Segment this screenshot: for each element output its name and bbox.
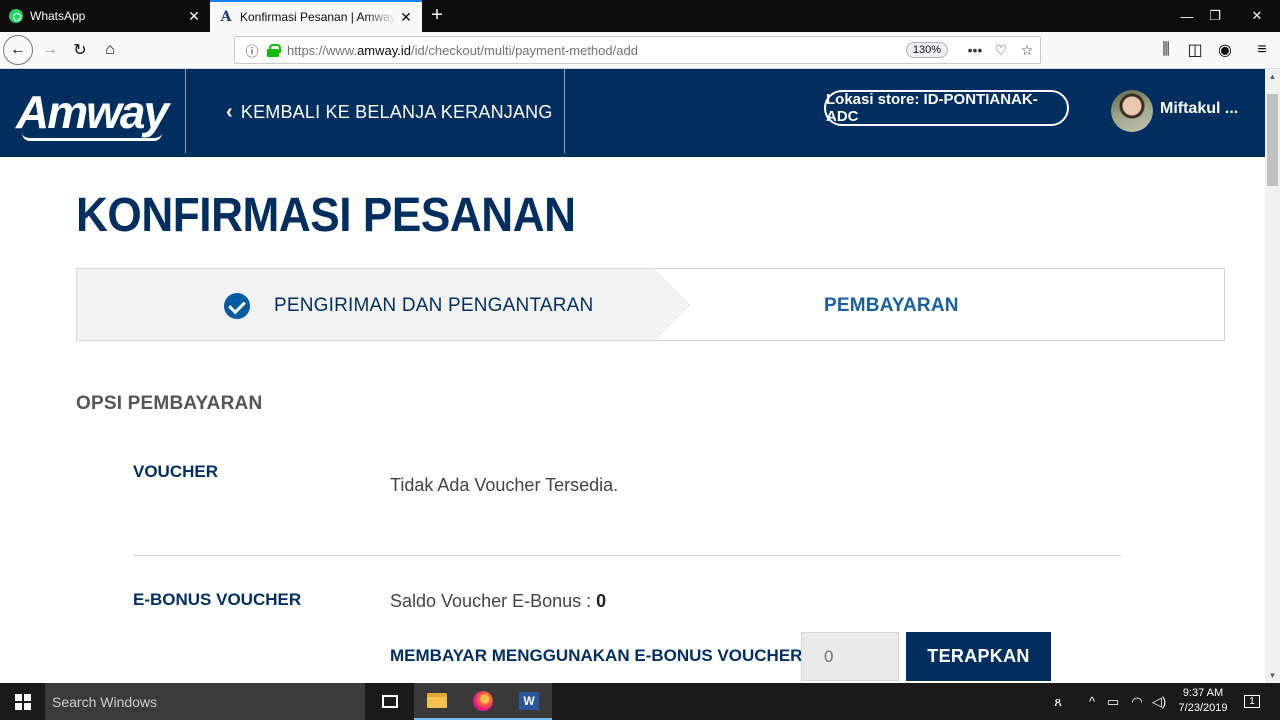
info-icon[interactable]: ⓘ [241, 41, 263, 60]
ebonus-amount-input[interactable] [801, 632, 899, 681]
browser-nav-bar: ← → ↻ ⌂ ⓘ https://www.amway.id/id/checko… [0, 32, 1280, 69]
star-icon[interactable]: ☆ [1014, 42, 1040, 59]
windows-taskbar: Search Windows W ጸ ^ ▭ ◠ ◁) 9:37 AM 7/23… [0, 683, 1280, 720]
user-name[interactable]: Miftakul ... [1160, 100, 1238, 118]
chevron-left-icon: ‹ [226, 101, 233, 123]
back-arrow-icon[interactable]: ← [3, 35, 33, 65]
library-icon[interactable]: ⫼ [1152, 36, 1180, 64]
taskbar-clock[interactable]: 9:37 AM 7/23/2019 [1168, 686, 1238, 716]
ebonus-label: E-BONUS VOUCHER [133, 590, 302, 609]
close-icon[interactable]: ✕ [396, 9, 416, 26]
new-tab-icon[interactable]: + [426, 4, 448, 26]
header-divider [564, 69, 565, 153]
window-close-icon[interactable]: ✕ [1234, 0, 1280, 32]
back-to-cart-link[interactable]: ‹ KEMBALI KE BELANJA KERANJANG [226, 101, 553, 124]
wifi-icon[interactable]: ◠ [1126, 683, 1148, 720]
site-header: Amway ‹ KEMBALI KE BELANJA KERANJANG Lok… [0, 69, 1265, 157]
ebonus-pay-label: MEMBAYAR MENGGUNAKAN E-BONUS VOUCHER [390, 646, 803, 665]
section-title: OPSI PEMBAYARAN [76, 393, 263, 414]
more-icon[interactable]: ••• [962, 42, 988, 58]
scroll-down-icon[interactable]: ▼ [1265, 668, 1280, 683]
notification-count: 1 [1244, 695, 1260, 708]
tab-konfirmasi-pesanan[interactable]: A Konfirmasi Pesanan | Amway Indonesia ✕ [210, 0, 422, 32]
scroll-up-icon[interactable]: ▲ [1265, 69, 1280, 84]
checkout-steps: PENGIRIMAN DAN PENGANTARAN PEMBAYARAN [76, 268, 1225, 341]
clock-date: 7/23/2019 [1178, 702, 1228, 714]
word-icon[interactable]: W [506, 683, 552, 720]
header-divider [185, 69, 186, 153]
hamburger-icon[interactable]: ≡ [1248, 36, 1276, 64]
tab-whatsapp[interactable]: WhatsApp ✕ [0, 0, 210, 32]
windows-start-icon[interactable] [0, 683, 45, 720]
avatar[interactable] [1111, 90, 1153, 132]
clock-time: 9:37 AM [1182, 687, 1224, 699]
step-shipping-label[interactable]: PENGIRIMAN DAN PENGANTARAN [274, 295, 593, 317]
home-icon[interactable]: ⌂ [96, 36, 124, 64]
chevron-up-icon[interactable]: ^ [1082, 683, 1102, 720]
tab-title: WhatsApp [30, 9, 86, 23]
zoom-level[interactable]: 130% [905, 42, 948, 58]
reload-icon[interactable]: ↻ [66, 36, 94, 64]
logo-swoosh [22, 133, 162, 141]
task-view-icon[interactable] [367, 683, 413, 720]
lock-icon[interactable] [267, 44, 281, 57]
sidebar-icon[interactable]: ◫ [1181, 36, 1209, 64]
battery-icon[interactable]: ▭ [1103, 683, 1123, 720]
notification-icon[interactable]: 1 [1238, 683, 1266, 720]
whatsapp-icon [8, 8, 24, 24]
back-to-cart-label: KEMBALI KE BELANJA KERANJANG [240, 102, 553, 122]
store-location-button[interactable]: Lokasi store: ID-PONTIANAK-ADC [824, 90, 1069, 126]
file-explorer-icon[interactable] [414, 683, 460, 720]
url-text[interactable]: https://www.amway.id/id/checkout/multi/p… [287, 43, 906, 58]
browser-tab-strip: WhatsApp ✕ A Konfirmasi Pesanan | Amway … [0, 0, 1280, 32]
scrollbar-thumb[interactable] [1267, 94, 1278, 186]
volume-icon[interactable]: ◁) [1148, 683, 1170, 720]
amway-icon: A [220, 9, 232, 25]
people-icon[interactable]: ጸ [1046, 683, 1070, 720]
ebonus-balance: Saldo Voucher E-Bonus : 0 [390, 591, 607, 611]
voucher-status: Tidak Ada Voucher Tersedia. [390, 475, 619, 495]
check-circle-icon [224, 293, 250, 319]
step-arrow [653, 269, 689, 341]
ebonus-balance-value: 0 [596, 591, 607, 611]
tab-title: Konfirmasi Pesanan | Amway Indonesia [240, 10, 396, 24]
firefox-icon[interactable] [460, 683, 506, 720]
account-icon[interactable]: ◉ [1211, 36, 1239, 64]
divider [133, 555, 1121, 556]
pocket-icon[interactable]: ♡ [988, 42, 1014, 59]
amway-logo[interactable]: Amway [16, 85, 169, 139]
address-bar[interactable]: ⓘ https://www.amway.id/id/checkout/multi… [234, 36, 1041, 64]
apply-button[interactable]: TERAPKAN [906, 632, 1051, 681]
restore-icon[interactable]: ❐ [1192, 0, 1238, 32]
page-title: KONFIRMASI PESANAN [76, 189, 576, 242]
voucher-label: VOUCHER [133, 462, 219, 481]
forward-arrow-icon[interactable]: → [36, 36, 64, 64]
step-payment-label[interactable]: PEMBAYARAN [824, 295, 959, 317]
taskbar-search[interactable]: Search Windows [45, 683, 365, 720]
close-icon[interactable]: ✕ [184, 8, 204, 25]
